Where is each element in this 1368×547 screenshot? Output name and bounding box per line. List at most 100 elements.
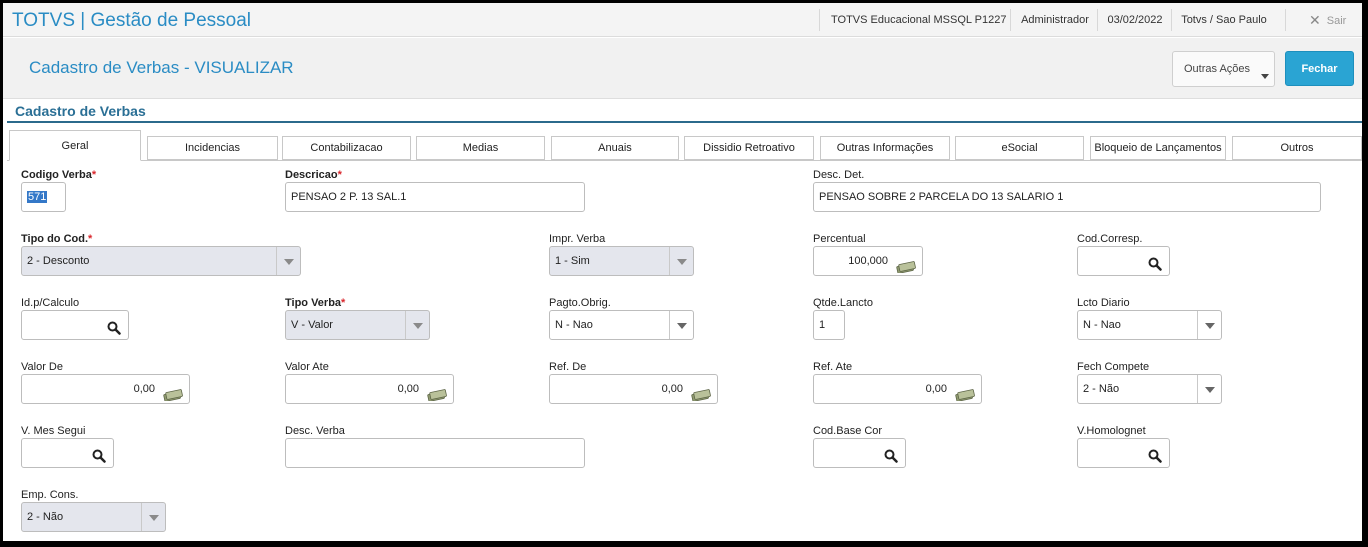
close-icon: ✕: [1309, 12, 1321, 28]
search-icon[interactable]: [884, 446, 898, 467]
desc-det-label: Desc. Det.: [813, 169, 865, 181]
v-mes-segui-field[interactable]: [21, 438, 114, 468]
ref-ate-value: 0,00: [925, 383, 947, 395]
tab-esocial[interactable]: eSocial: [955, 136, 1084, 160]
money-icon[interactable]: [163, 384, 183, 403]
search-icon[interactable]: [107, 318, 121, 339]
tab-outras-informacoes[interactable]: Outras Informações: [820, 136, 950, 160]
money-icon[interactable]: [955, 384, 975, 403]
chevron-down-icon[interactable]: [405, 311, 429, 339]
cod-base-cor-field[interactable]: [813, 438, 906, 468]
chevron-down-icon[interactable]: [1197, 375, 1221, 403]
tab-bloqueio-lancamentos[interactable]: Bloqueio de Lançamentos: [1090, 136, 1226, 160]
cod-corresp-field[interactable]: [1077, 246, 1170, 276]
logout-label: Sair: [1326, 15, 1347, 27]
separator: [1010, 9, 1011, 31]
page-header: Cadastro de Verbas - VISUALIZAR Outras A…: [3, 38, 1362, 99]
codigo-verba-value: 571: [27, 191, 48, 203]
page-title: Cadastro de Verbas - VISUALIZAR: [29, 58, 294, 77]
qtde-lancto-label: Qtde.Lancto: [813, 297, 873, 309]
money-icon[interactable]: [691, 384, 711, 403]
valor-de-label: Valor De: [21, 361, 63, 373]
pagto-obrig-value: N - Nao: [555, 319, 593, 331]
branch-label[interactable]: Totvs / Sao Paulo: [1177, 3, 1271, 37]
app-window: TOTVS | Gestão de Pessoal TOTVS Educacio…: [3, 3, 1362, 541]
tab-anuais[interactable]: Anuais: [551, 136, 679, 160]
chevron-down-icon[interactable]: [669, 247, 693, 275]
id-calculo-field[interactable]: [21, 310, 129, 340]
valor-ate-label: Valor Ate: [285, 361, 329, 373]
descricao-field[interactable]: PENSAO 2 P. 13 SAL.1: [285, 182, 585, 212]
percentual-value: 100,000: [848, 255, 888, 267]
desc-det-field[interactable]: PENSAO SOBRE 2 PARCELA DO 13 SALARIO 1: [813, 182, 1321, 212]
caret-down-icon: [1261, 74, 1269, 79]
chevron-down-icon[interactable]: [1197, 311, 1221, 339]
user-name[interactable]: Administrador: [1016, 3, 1094, 37]
money-icon[interactable]: [427, 384, 447, 403]
v-homolognet-label: V.Homolognet: [1077, 425, 1146, 437]
ref-de-label: Ref. De: [549, 361, 587, 373]
qtde-lancto-field[interactable]: 1: [813, 310, 845, 340]
desc-verba-field[interactable]: [285, 438, 585, 468]
lcto-diario-label: Lcto Diario: [1077, 297, 1130, 309]
tab-contabilizacao[interactable]: Contabilizacao: [282, 136, 411, 160]
logout-button[interactable]: ✕ Sair: [1309, 3, 1346, 37]
search-icon[interactable]: [92, 446, 106, 467]
outras-acoes-button[interactable]: Outras Ações: [1172, 51, 1275, 87]
separator: [1097, 9, 1098, 31]
tab-incidencias[interactable]: Incidencias: [147, 136, 278, 160]
fech-compete-label: Fech Compete: [1077, 361, 1150, 373]
chevron-down-icon[interactable]: [141, 503, 165, 531]
app-title: TOTVS | Gestão de Pessoal: [12, 10, 252, 31]
section-divider: [7, 121, 1362, 123]
tipo-do-cod-label: Tipo do Cod.*: [21, 233, 93, 245]
pagto-obrig-select[interactable]: N - Nao: [549, 310, 694, 340]
money-icon[interactable]: [896, 256, 916, 275]
emp-cons-select[interactable]: 2 - Não: [21, 502, 166, 532]
fech-compete-value: 2 - Não: [1083, 383, 1120, 395]
valor-de-value: 0,00: [133, 383, 155, 395]
percentual-field[interactable]: 100,000: [813, 246, 923, 276]
environment-label: TOTVS Educacional MSSQL P1227: [831, 14, 1007, 26]
desc-verba-label: Desc. Verba: [285, 425, 345, 437]
emp-cons-value: 2 - Não: [27, 511, 64, 523]
valor-ate-field[interactable]: 0,00: [285, 374, 454, 404]
cod-base-cor-label: Cod.Base Cor: [813, 425, 883, 437]
fech-compete-select[interactable]: 2 - Não: [1077, 374, 1222, 404]
search-icon[interactable]: [1148, 254, 1162, 275]
ref-de-field[interactable]: 0,00: [549, 374, 718, 404]
search-icon[interactable]: [1148, 446, 1162, 467]
chevron-down-icon[interactable]: [276, 247, 300, 275]
percentual-label: Percentual: [813, 233, 866, 245]
tab-geral[interactable]: Geral: [9, 130, 141, 161]
codigo-verba-label: Codigo Verba*: [21, 169, 97, 181]
ref-ate-field[interactable]: 0,00: [813, 374, 982, 404]
impr-verba-label: Impr. Verba: [549, 233, 606, 245]
tipo-verba-select[interactable]: V - Valor: [285, 310, 430, 340]
id-calculo-label: Id.p/Calculo: [21, 297, 80, 309]
descricao-label: Descricao*: [285, 169, 342, 181]
codigo-verba-field[interactable]: 571: [21, 182, 66, 212]
tipo-verba-label: Tipo Verba*: [285, 297, 346, 309]
separator: [819, 9, 820, 31]
chevron-down-icon[interactable]: [669, 311, 693, 339]
impr-verba-select[interactable]: 1 - Sim: [549, 246, 694, 276]
tipo-do-cod-select[interactable]: 2 - Desconto: [21, 246, 301, 276]
v-homolognet-field[interactable]: [1077, 438, 1170, 468]
lcto-diario-value: N - Nao: [1083, 319, 1121, 331]
tab-outros[interactable]: Outros: [1232, 136, 1362, 160]
lcto-diario-select[interactable]: N - Nao: [1077, 310, 1222, 340]
valor-ate-value: 0,00: [397, 383, 419, 395]
tab-dissidio-retroativo[interactable]: Dissidio Retroativo: [684, 136, 814, 160]
impr-verba-value: 1 - Sim: [555, 255, 590, 267]
v-mes-segui-label: V. Mes Segui: [21, 425, 86, 437]
fechar-button[interactable]: Fechar: [1285, 51, 1354, 86]
ref-de-value: 0,00: [661, 383, 683, 395]
ref-ate-label: Ref. Ate: [813, 361, 853, 373]
separator: [1171, 9, 1172, 31]
valor-de-field[interactable]: 0,00: [21, 374, 190, 404]
tab-medias[interactable]: Medias: [416, 136, 545, 160]
tipo-do-cod-value: 2 - Desconto: [27, 255, 90, 267]
pagto-obrig-label: Pagto.Obrig.: [549, 297, 611, 309]
tipo-verba-value: V - Valor: [291, 319, 333, 331]
